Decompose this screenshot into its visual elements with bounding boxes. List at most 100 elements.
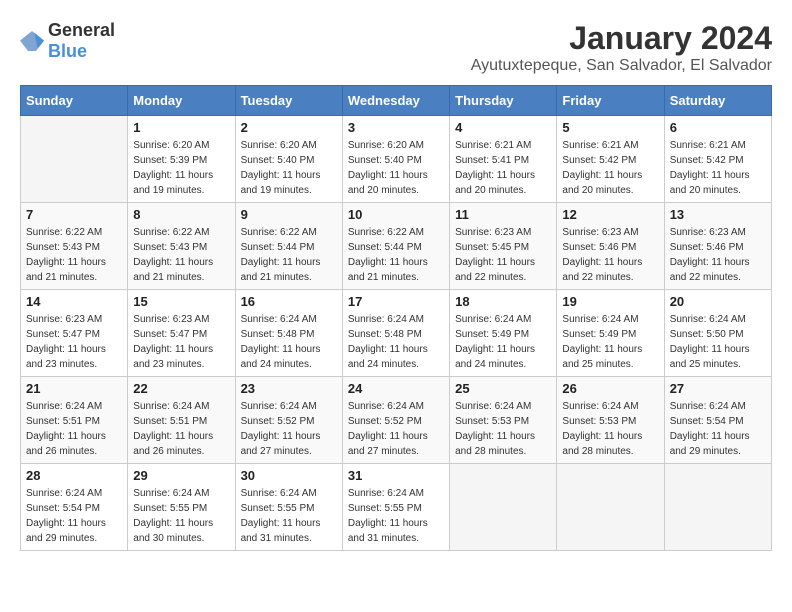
day-cell: 18Sunrise: 6:24 AMSunset: 5:49 PMDayligh… bbox=[450, 290, 557, 377]
day-number: 19 bbox=[562, 294, 658, 309]
day-info: Sunrise: 6:23 AMSunset: 5:46 PMDaylight:… bbox=[670, 225, 766, 285]
day-number: 22 bbox=[133, 381, 229, 396]
column-header-sunday: Sunday bbox=[21, 86, 128, 116]
day-cell: 31Sunrise: 6:24 AMSunset: 5:55 PMDayligh… bbox=[342, 464, 449, 551]
day-number: 29 bbox=[133, 468, 229, 483]
day-cell: 11 Sunrise: 6:23 AMSunset: 5:45 PMDayligh… bbox=[450, 203, 557, 290]
day-cell: 20Sunrise: 6:24 AMSunset: 5:50 PMDayligh… bbox=[664, 290, 771, 377]
day-cell: 4 Sunrise: 6:21 AMSunset: 5:41 PMDaylight… bbox=[450, 116, 557, 203]
day-cell: 8 Sunrise: 6:22 AMSunset: 5:43 PMDaylight… bbox=[128, 203, 235, 290]
day-number: 7 bbox=[26, 207, 122, 222]
day-number: 16 bbox=[241, 294, 337, 309]
week-row-5: 28 Sunrise: 6:24 AMSunset: 5:54 PMDayligh… bbox=[21, 464, 772, 551]
day-number: 15 bbox=[133, 294, 229, 309]
day-number: 23 bbox=[241, 381, 337, 396]
day-info: Sunrise: 6:24 AMSunset: 5:51 PMDaylight:… bbox=[133, 399, 229, 459]
day-number: 18 bbox=[455, 294, 551, 309]
day-cell: 17 Sunrise: 6:24 AMSunset: 5:48 PMDayligh… bbox=[342, 290, 449, 377]
day-number: 9 bbox=[241, 207, 337, 222]
day-info: Sunrise: 6:22 AMSunset: 5:43 PMDaylight:… bbox=[133, 225, 229, 285]
page-header: General Blue January 2024 Ayutuxtepeque,… bbox=[20, 20, 772, 75]
day-info: Sunrise: 6:22 AMSunset: 5:44 PMDaylight:… bbox=[348, 225, 444, 285]
day-info: Sunrise: 6:23 AMSunset: 5:47 PMDaylight:… bbox=[133, 312, 229, 372]
week-row-4: 21 Sunrise: 6:24 AMSunset: 5:51 PMDayligh… bbox=[21, 377, 772, 464]
day-cell: 12Sunrise: 6:23 AMSunset: 5:46 PMDayligh… bbox=[557, 203, 664, 290]
day-cell bbox=[557, 464, 664, 551]
month-title: January 2024 bbox=[471, 20, 772, 57]
day-info: Sunrise: 6:20 AMSunset: 5:40 PMDaylight:… bbox=[241, 138, 337, 198]
day-number: 17 bbox=[348, 294, 444, 309]
day-info: Sunrise: 6:21 AMSunset: 5:42 PMDaylight:… bbox=[562, 138, 658, 198]
day-cell: 10 Sunrise: 6:22 AMSunset: 5:44 PMDayligh… bbox=[342, 203, 449, 290]
day-info: Sunrise: 6:23 AMSunset: 5:46 PMDaylight:… bbox=[562, 225, 658, 285]
day-number: 6 bbox=[670, 120, 766, 135]
day-cell: 2 Sunrise: 6:20 AMSunset: 5:40 PMDaylight… bbox=[235, 116, 342, 203]
day-cell bbox=[450, 464, 557, 551]
day-info: Sunrise: 6:24 AMSunset: 5:55 PMDaylight:… bbox=[348, 486, 444, 546]
day-info: Sunrise: 6:24 AMSunset: 5:52 PMDaylight:… bbox=[348, 399, 444, 459]
day-cell bbox=[21, 116, 128, 203]
day-cell: 26 Sunrise: 6:24 AMSunset: 5:53 PMDayligh… bbox=[557, 377, 664, 464]
day-cell: 21 Sunrise: 6:24 AMSunset: 5:51 PMDayligh… bbox=[21, 377, 128, 464]
day-info: Sunrise: 6:24 AMSunset: 5:48 PMDaylight:… bbox=[348, 312, 444, 372]
logo-text: General Blue bbox=[48, 20, 115, 62]
day-number: 8 bbox=[133, 207, 229, 222]
day-info: Sunrise: 6:24 AMSunset: 5:55 PMDaylight:… bbox=[133, 486, 229, 546]
day-number: 21 bbox=[26, 381, 122, 396]
day-number: 11 bbox=[455, 207, 551, 222]
day-cell: 30Sunrise: 6:24 AMSunset: 5:55 PMDayligh… bbox=[235, 464, 342, 551]
day-number: 14 bbox=[26, 294, 122, 309]
header-row: SundayMondayTuesdayWednesdayThursdayFrid… bbox=[21, 86, 772, 116]
day-info: Sunrise: 6:21 AMSunset: 5:41 PMDaylight:… bbox=[455, 138, 551, 198]
day-info: Sunrise: 6:23 AMSunset: 5:45 PMDaylight:… bbox=[455, 225, 551, 285]
day-info: Sunrise: 6:24 AMSunset: 5:54 PMDaylight:… bbox=[26, 486, 122, 546]
day-info: Sunrise: 6:24 AMSunset: 5:53 PMDaylight:… bbox=[455, 399, 551, 459]
logo-icon bbox=[20, 31, 44, 51]
week-row-2: 7 Sunrise: 6:22 AMSunset: 5:43 PMDaylight… bbox=[21, 203, 772, 290]
day-number: 28 bbox=[26, 468, 122, 483]
day-number: 1 bbox=[133, 120, 229, 135]
day-info: Sunrise: 6:24 AMSunset: 5:52 PMDaylight:… bbox=[241, 399, 337, 459]
day-number: 10 bbox=[348, 207, 444, 222]
day-number: 25 bbox=[455, 381, 551, 396]
day-info: Sunrise: 6:24 AMSunset: 5:48 PMDaylight:… bbox=[241, 312, 337, 372]
day-cell: 9 Sunrise: 6:22 AMSunset: 5:44 PMDaylight… bbox=[235, 203, 342, 290]
logo-blue: Blue bbox=[48, 41, 87, 61]
day-cell: 29 Sunrise: 6:24 AMSunset: 5:55 PMDayligh… bbox=[128, 464, 235, 551]
day-info: Sunrise: 6:23 AMSunset: 5:47 PMDaylight:… bbox=[26, 312, 122, 372]
logo: General Blue bbox=[20, 20, 115, 62]
column-header-thursday: Thursday bbox=[450, 86, 557, 116]
day-cell bbox=[664, 464, 771, 551]
calendar-table: SundayMondayTuesdayWednesdayThursdayFrid… bbox=[20, 85, 772, 551]
week-row-3: 14 Sunrise: 6:23 AMSunset: 5:47 PMDayligh… bbox=[21, 290, 772, 377]
day-cell: 5 Sunrise: 6:21 AMSunset: 5:42 PMDaylight… bbox=[557, 116, 664, 203]
day-number: 27 bbox=[670, 381, 766, 396]
column-header-saturday: Saturday bbox=[664, 86, 771, 116]
title-block: January 2024 Ayutuxtepeque, San Salvador… bbox=[471, 20, 772, 75]
day-info: Sunrise: 6:24 AMSunset: 5:53 PMDaylight:… bbox=[562, 399, 658, 459]
day-cell: 1Sunrise: 6:20 AMSunset: 5:39 PMDaylight… bbox=[128, 116, 235, 203]
day-cell: 27 Sunrise: 6:24 AMSunset: 5:54 PMDayligh… bbox=[664, 377, 771, 464]
day-number: 4 bbox=[455, 120, 551, 135]
day-number: 13 bbox=[670, 207, 766, 222]
day-number: 5 bbox=[562, 120, 658, 135]
location-title: Ayutuxtepeque, San Salvador, El Salvador bbox=[471, 57, 772, 75]
day-number: 2 bbox=[241, 120, 337, 135]
week-row-1: 1Sunrise: 6:20 AMSunset: 5:39 PMDaylight… bbox=[21, 116, 772, 203]
column-header-monday: Monday bbox=[128, 86, 235, 116]
day-info: Sunrise: 6:22 AMSunset: 5:43 PMDaylight:… bbox=[26, 225, 122, 285]
day-number: 3 bbox=[348, 120, 444, 135]
day-info: Sunrise: 6:22 AMSunset: 5:44 PMDaylight:… bbox=[241, 225, 337, 285]
column-header-wednesday: Wednesday bbox=[342, 86, 449, 116]
day-info: Sunrise: 6:24 AMSunset: 5:54 PMDaylight:… bbox=[670, 399, 766, 459]
day-info: Sunrise: 6:24 AMSunset: 5:51 PMDaylight:… bbox=[26, 399, 122, 459]
day-info: Sunrise: 6:20 AMSunset: 5:40 PMDaylight:… bbox=[348, 138, 444, 198]
day-cell: 23 Sunrise: 6:24 AMSunset: 5:52 PMDayligh… bbox=[235, 377, 342, 464]
day-cell: 28 Sunrise: 6:24 AMSunset: 5:54 PMDayligh… bbox=[21, 464, 128, 551]
day-cell: 14 Sunrise: 6:23 AMSunset: 5:47 PMDayligh… bbox=[21, 290, 128, 377]
day-cell: 6 Sunrise: 6:21 AMSunset: 5:42 PMDaylight… bbox=[664, 116, 771, 203]
day-number: 20 bbox=[670, 294, 766, 309]
day-number: 26 bbox=[562, 381, 658, 396]
day-info: Sunrise: 6:21 AMSunset: 5:42 PMDaylight:… bbox=[670, 138, 766, 198]
day-cell: 19Sunrise: 6:24 AMSunset: 5:49 PMDayligh… bbox=[557, 290, 664, 377]
